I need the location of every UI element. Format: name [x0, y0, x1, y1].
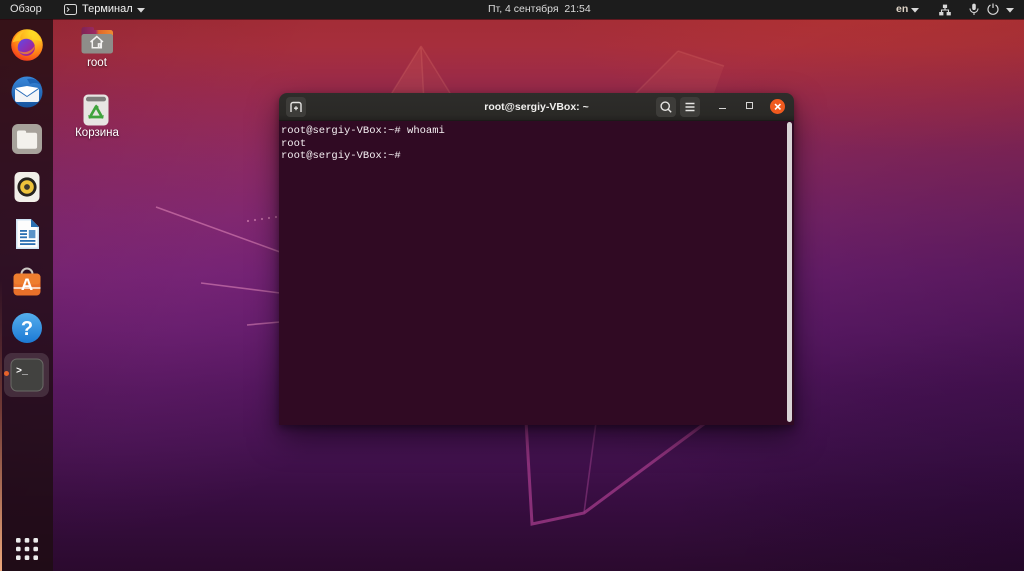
svg-text:A: A: [20, 275, 32, 294]
svg-text:>_: >_: [16, 367, 29, 378]
svg-text:?: ?: [20, 318, 32, 340]
